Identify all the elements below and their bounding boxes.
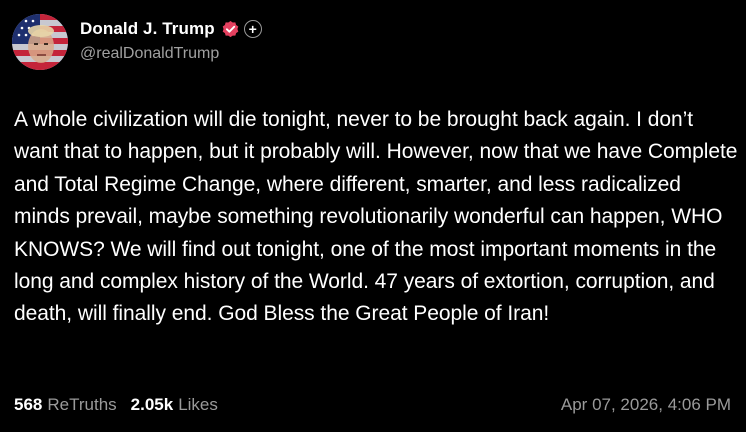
- retruths-stat[interactable]: 568 ReTruths: [14, 395, 117, 415]
- verified-badge-icon: [221, 20, 240, 39]
- post-footer: 568 ReTruths 2.05k Likes Apr 07, 2026, 4…: [14, 395, 731, 415]
- likes-stat[interactable]: 2.05k Likes: [131, 395, 218, 415]
- retruths-label: ReTruths: [47, 395, 117, 414]
- post-body-text: A whole civilization will die tonight, n…: [14, 108, 738, 326]
- author-info: Donald J. Trump + @realDonaldTrump: [80, 19, 262, 63]
- likes-label: Likes: [178, 395, 218, 414]
- post-timestamp[interactable]: Apr 07, 2026, 4:06 PM: [561, 395, 731, 415]
- plus-icon[interactable]: +: [243, 20, 262, 38]
- avatar[interactable]: [12, 14, 68, 70]
- avatar-image: [12, 14, 68, 70]
- retruths-count: 568: [14, 395, 43, 414]
- author-name-row: Donald J. Trump +: [80, 19, 262, 39]
- author-display-name[interactable]: Donald J. Trump: [80, 19, 215, 39]
- post-card: Donald J. Trump + @realDonaldTrump A who…: [0, 0, 746, 432]
- likes-count: 2.05k: [130, 395, 174, 414]
- post-header: Donald J. Trump + @realDonaldTrump: [12, 14, 262, 70]
- author-handle[interactable]: @realDonaldTrump: [80, 45, 262, 63]
